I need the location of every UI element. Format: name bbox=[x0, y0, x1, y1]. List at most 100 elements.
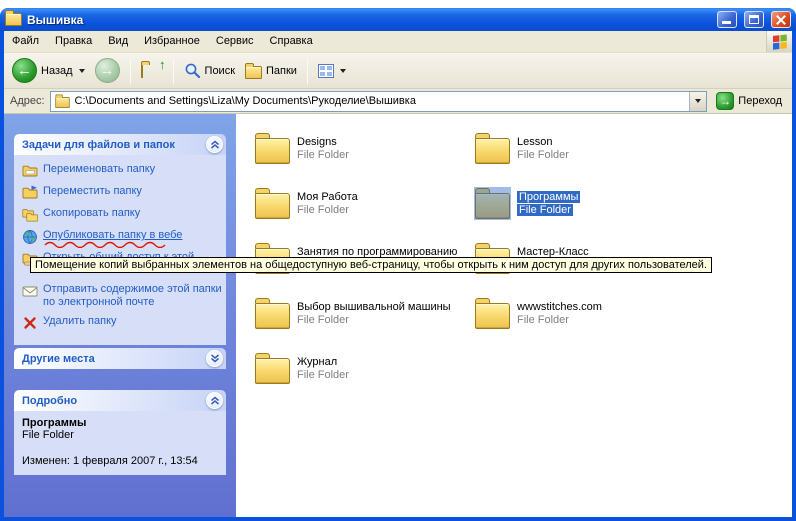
folder-type: File Folder bbox=[517, 149, 569, 161]
main-area: Задачи для файлов и папок Переименовать … bbox=[4, 114, 792, 517]
file-tasks-title: Задачи для файлов и папок bbox=[22, 139, 175, 151]
folder-type: File Folder bbox=[297, 314, 349, 326]
task-label: Переименовать папку bbox=[43, 163, 222, 176]
go-icon: → bbox=[716, 92, 734, 110]
details-body: Программы File Folder Изменен: 1 февраля… bbox=[14, 411, 226, 475]
details-header[interactable]: Подробно bbox=[14, 390, 226, 411]
search-button[interactable]: Поиск bbox=[180, 60, 239, 81]
window-folder-icon bbox=[5, 13, 22, 26]
folder-content[interactable]: DesignsFile Folder LessonFile Folder Моя… bbox=[236, 114, 792, 517]
forward-button[interactable]: → bbox=[91, 56, 124, 85]
folder-item[interactable]: wwwstitches.comFile Folder bbox=[475, 296, 602, 330]
details-title: Подробно bbox=[22, 395, 77, 407]
back-label: Назад bbox=[41, 65, 73, 77]
minimize-icon bbox=[722, 21, 731, 24]
up-folder-icon: ↑ bbox=[141, 65, 163, 81]
menu-edit[interactable]: Правка bbox=[47, 31, 100, 52]
folder-name: Выбор вышивальной машины bbox=[297, 301, 451, 313]
views-icon bbox=[318, 64, 334, 78]
folder-name: Занятия по программированию bbox=[297, 246, 457, 258]
go-button[interactable]: → Переход bbox=[712, 90, 788, 112]
views-dropdown-icon[interactable] bbox=[340, 69, 346, 73]
other-places-title: Другие места bbox=[22, 353, 95, 365]
details-modified: Изменен: 1 февраля 2007 г., 13:54 bbox=[22, 455, 222, 467]
task-move-folder[interactable]: Переместить папку bbox=[22, 185, 222, 201]
search-icon bbox=[184, 62, 201, 79]
go-label: Переход bbox=[738, 95, 782, 107]
menu-file[interactable]: Файл bbox=[4, 31, 47, 52]
menu-tools[interactable]: Сервис bbox=[208, 31, 262, 52]
address-field[interactable] bbox=[50, 91, 708, 112]
folder-icon bbox=[475, 138, 510, 164]
task-label: Скопировать папку bbox=[43, 207, 222, 220]
folder-item[interactable]: Моя РаботаFile Folder bbox=[255, 186, 358, 220]
expand-button[interactable] bbox=[206, 350, 223, 367]
folder-type: File Folder bbox=[297, 149, 349, 161]
windows-logo-icon bbox=[766, 31, 792, 52]
other-places-header[interactable]: Другие места bbox=[14, 348, 226, 369]
folders-button[interactable]: Папки bbox=[241, 60, 301, 81]
details-type: File Folder bbox=[22, 429, 222, 441]
back-icon: ← bbox=[12, 58, 37, 83]
copy-folder-icon bbox=[22, 207, 38, 223]
task-delete-folder[interactable]: Удалить папку bbox=[22, 315, 222, 331]
folder-item[interactable]: Выбор вышивальной машиныFile Folder bbox=[255, 296, 451, 330]
task-label: Переместить папку bbox=[43, 185, 222, 198]
task-publish-folder[interactable]: Опубликовать папку в вебе bbox=[22, 229, 222, 245]
folder-type: File Folder bbox=[517, 204, 573, 216]
address-label: Адрес: bbox=[8, 95, 45, 107]
publish-web-icon bbox=[22, 229, 38, 245]
folder-icon bbox=[255, 193, 290, 219]
collapse-button[interactable] bbox=[206, 392, 223, 409]
back-dropdown-icon[interactable] bbox=[79, 69, 85, 73]
task-label: Удалить папку bbox=[43, 315, 222, 328]
address-input[interactable] bbox=[75, 95, 686, 107]
folder-name: Программы bbox=[517, 191, 580, 203]
task-email-folder[interactable]: Отправить содержимое этой папки по элект… bbox=[22, 283, 222, 309]
section-details: Подробно Программы File Folder Изменен: … bbox=[14, 390, 226, 475]
folder-item[interactable]: DesignsFile Folder bbox=[255, 131, 349, 165]
folder-name: Designs bbox=[297, 136, 337, 148]
folder-item-selected[interactable]: ПрограммыFile Folder bbox=[475, 186, 580, 220]
folder-item[interactable]: LessonFile Folder bbox=[475, 131, 569, 165]
collapse-button[interactable] bbox=[206, 136, 223, 153]
titlebar[interactable]: Вышивка bbox=[0, 8, 796, 31]
minimize-button[interactable] bbox=[717, 11, 737, 28]
up-button[interactable]: ↑ bbox=[137, 59, 167, 83]
window-title: Вышивка bbox=[27, 13, 710, 27]
folders-label: Папки bbox=[266, 65, 297, 77]
maximize-icon bbox=[749, 15, 759, 24]
address-dropdown-button[interactable] bbox=[689, 92, 706, 111]
dropdown-icon bbox=[695, 99, 701, 103]
task-pane: Задачи для файлов и папок Переименовать … bbox=[4, 114, 236, 517]
address-folder-icon bbox=[55, 97, 69, 108]
menu-favorites[interactable]: Избранное bbox=[136, 31, 208, 52]
menu-help[interactable]: Справка bbox=[262, 31, 321, 52]
section-other-places: Другие места bbox=[14, 348, 226, 369]
email-icon bbox=[22, 283, 38, 299]
chevron-down-icon bbox=[210, 354, 220, 363]
close-button[interactable] bbox=[771, 11, 791, 28]
task-rename-folder[interactable]: Переименовать папку bbox=[22, 163, 222, 179]
section-file-tasks: Задачи для файлов и папок Переименовать … bbox=[14, 134, 226, 345]
toolbar-separator bbox=[173, 58, 174, 84]
folder-icon bbox=[255, 303, 290, 329]
folder-icon bbox=[475, 193, 510, 219]
task-copy-folder[interactable]: Скопировать папку bbox=[22, 207, 222, 223]
chevron-up-icon bbox=[210, 140, 220, 149]
file-tasks-header[interactable]: Задачи для файлов и папок bbox=[14, 134, 226, 155]
explorer-window: Вышивка Файл Правка Вид Избранное Сервис… bbox=[0, 8, 796, 521]
folder-icon bbox=[475, 303, 510, 329]
menu-view[interactable]: Вид bbox=[100, 31, 136, 52]
delete-icon bbox=[22, 315, 38, 331]
folder-item[interactable]: ЖурналFile Folder bbox=[255, 351, 349, 385]
window-frame: Файл Правка Вид Избранное Сервис Справка… bbox=[4, 31, 792, 517]
maximize-button[interactable] bbox=[744, 11, 764, 28]
folder-icon bbox=[255, 358, 290, 384]
back-button[interactable]: ← Назад bbox=[8, 56, 89, 85]
folder-type: File Folder bbox=[297, 204, 349, 216]
views-button[interactable] bbox=[314, 62, 350, 80]
task-label: Отправить содержимое этой папки по элект… bbox=[43, 283, 222, 309]
folder-type: File Folder bbox=[517, 314, 569, 326]
folder-name: Мастер-Класс bbox=[517, 246, 589, 258]
